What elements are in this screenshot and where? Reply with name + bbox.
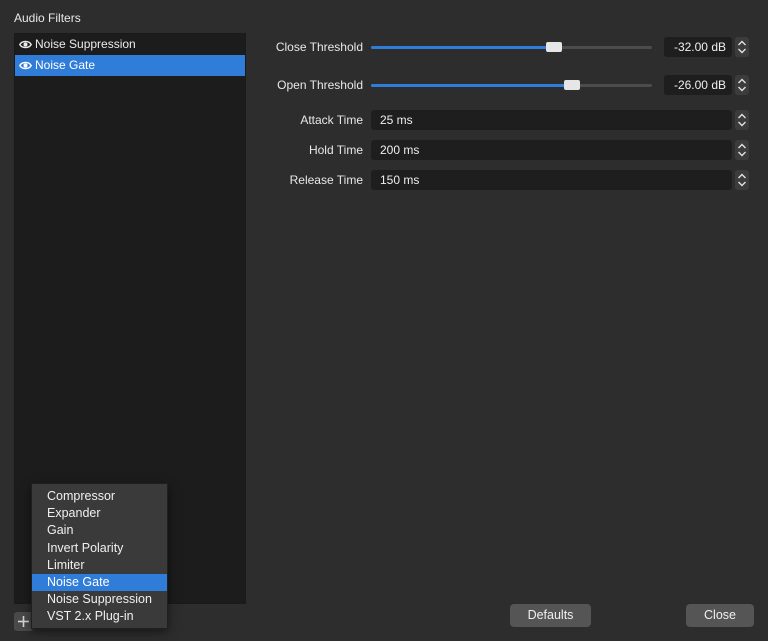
menu-item-expander[interactable]: Expander (32, 505, 167, 522)
attack-time-label: Attack Time (300, 113, 363, 127)
menu-item-compressor[interactable]: Compressor (32, 488, 167, 505)
hold-time-input[interactable]: 200 ms (371, 140, 732, 160)
close-threshold-stepper[interactable] (735, 37, 749, 57)
open-threshold-label: Open Threshold (277, 78, 363, 92)
filter-item-label: Noise Suppression (35, 37, 136, 51)
open-threshold-slider-fill (371, 84, 572, 87)
close-threshold-slider-handle[interactable] (545, 42, 562, 52)
eye-icon[interactable] (19, 60, 32, 71)
defaults-button[interactable]: Defaults (510, 604, 591, 627)
menu-item-vst-plugin[interactable]: VST 2.x Plug-in (32, 608, 167, 625)
release-time-input[interactable]: 150 ms (371, 170, 732, 190)
up-down-arrows-icon (738, 143, 746, 157)
open-threshold-value-input[interactable]: -26.00 dB (664, 75, 732, 95)
close-threshold-slider[interactable] (371, 42, 652, 52)
menu-item-limiter[interactable]: Limiter (32, 557, 167, 574)
filter-item-noise-gate[interactable]: Noise Gate (15, 55, 245, 76)
menu-item-invert-polarity[interactable]: Invert Polarity (32, 540, 167, 557)
release-time-label: Release Time (289, 173, 363, 187)
menu-item-gain[interactable]: Gain (32, 522, 167, 539)
menu-item-noise-suppression[interactable]: Noise Suppression (32, 591, 167, 608)
open-threshold-slider-handle[interactable] (563, 80, 580, 90)
plus-icon (18, 616, 29, 627)
add-filter-menu: Compressor Expander Gain Invert Polarity… (31, 483, 168, 629)
close-threshold-label: Close Threshold (275, 40, 363, 54)
filter-item-noise-suppression[interactable]: Noise Suppression (15, 34, 245, 55)
attack-time-stepper[interactable] (735, 110, 749, 130)
attack-time-input[interactable]: 25 ms (371, 110, 732, 130)
open-threshold-slider[interactable] (371, 80, 652, 90)
hold-time-label: Hold Time (308, 143, 363, 157)
up-down-arrows-icon (738, 173, 746, 187)
close-threshold-value-input[interactable]: -32.00 dB (664, 37, 732, 57)
open-threshold-stepper[interactable] (735, 75, 749, 95)
up-down-arrows-icon (738, 78, 746, 92)
section-title: Audio Filters (14, 11, 81, 25)
up-down-arrows-icon (738, 40, 746, 54)
hold-time-stepper[interactable] (735, 140, 749, 160)
close-threshold-slider-fill (371, 46, 554, 49)
release-time-stepper[interactable] (735, 170, 749, 190)
eye-icon[interactable] (19, 39, 32, 50)
menu-item-noise-gate[interactable]: Noise Gate (32, 573, 167, 592)
up-down-arrows-icon (738, 113, 746, 127)
close-button[interactable]: Close (686, 604, 754, 627)
audio-filters-window: Audio Filters Noise Suppression Noise Ga… (0, 0, 768, 641)
filter-item-label: Noise Gate (35, 58, 96, 72)
